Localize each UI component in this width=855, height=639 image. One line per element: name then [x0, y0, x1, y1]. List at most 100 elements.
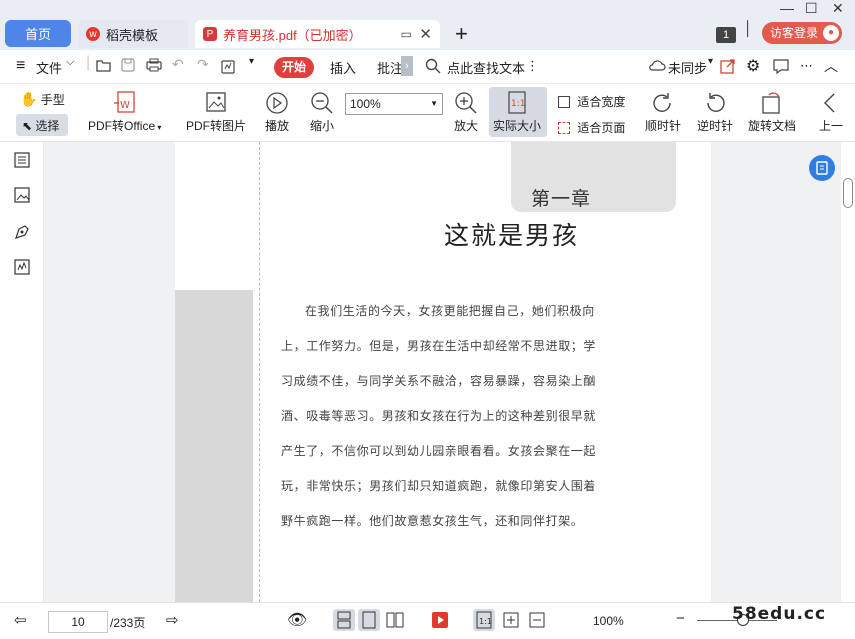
fit-page-button[interactable]: 适合页面 [558, 119, 625, 136]
double-page-view-button[interactable] [384, 609, 406, 631]
play-button[interactable]: 播放 [264, 91, 290, 134]
total-pages: /233页 [110, 616, 146, 630]
open-folder-icon[interactable] [96, 58, 112, 75]
zoom-out-label: 缩小 [309, 119, 334, 133]
status-zoom-value[interactable]: 100% [593, 614, 624, 628]
page-side-shading [175, 290, 253, 602]
hand-tool-button[interactable]: ✋ 手型 [20, 91, 65, 108]
previous-page-button[interactable]: 上一 [818, 91, 844, 134]
rotate-document-icon [762, 92, 780, 114]
sync-chevron-icon[interactable]: ▾ [708, 56, 713, 67]
eye-protection-icon[interactable]: 👁 [287, 610, 307, 630]
file-chevron-icon[interactable]: ⌵ [66, 56, 74, 69]
pdf-to-image-button[interactable]: PDF转图片 [186, 91, 246, 134]
pdf-to-office-icon: W [113, 91, 135, 113]
tab-close-icon[interactable]: ✕ [419, 25, 432, 43]
new-tab-button[interactable]: + [455, 21, 468, 47]
window-badge[interactable]: 1 [716, 27, 736, 43]
page-margin-line [259, 142, 260, 602]
more-vertical-icon[interactable]: ⋮ [526, 58, 539, 74]
tab-document[interactable]: P 养育男孩.pdf（已加密） ▭ ✕ [195, 20, 440, 48]
slideshow-button[interactable] [429, 609, 451, 631]
redo-icon[interactable]: ↷ [197, 56, 209, 73]
actual-size-button[interactable]: 1:1 实际大小 [493, 91, 541, 134]
select-tool-button[interactable]: ⬉ 选择 [22, 117, 59, 134]
pdf-file-icon: P [203, 27, 217, 41]
sign-icon[interactable] [221, 58, 237, 77]
rotate-clockwise-button[interactable]: 顺时针 [645, 91, 681, 134]
maximize-button[interactable]: ☐ [805, 0, 818, 17]
undo-icon[interactable]: ↶ [172, 56, 184, 73]
document-view[interactable]: 第一章 这就是男孩 在我们生活的今天，女孩更能把握自己，她们积极向 上，工作努力… [44, 142, 841, 602]
menu-annotate[interactable]: 批注 [377, 58, 403, 77]
previous-arrow-icon [824, 93, 835, 113]
minimize-button[interactable]: — [780, 0, 794, 16]
rotate-counterclockwise-button[interactable]: 逆时针 [697, 91, 733, 134]
rotate-counterclockwise-label: 逆时针 [697, 119, 734, 133]
status-zoom-out-icon[interactable]: − [676, 610, 685, 627]
convert-icon [816, 161, 828, 175]
zoom-select-value: 100% [350, 97, 381, 111]
zoom-select[interactable]: 100% ▼ [345, 93, 443, 115]
print-icon[interactable] [146, 58, 162, 75]
fit-width-status-button[interactable] [526, 609, 548, 631]
chapter-title: 这就是男孩 [444, 221, 580, 250]
single-page-view-button[interactable] [333, 609, 355, 631]
tab-template-label: 稻壳模板 [106, 27, 159, 43]
menu-scroll-right-icon[interactable]: › [401, 56, 413, 76]
rotate-document-button[interactable]: 旋转文档 [748, 91, 796, 134]
actual-size-icon: 1:1 [508, 91, 526, 114]
menu-divider: | [86, 54, 91, 71]
pdf-to-office-button[interactable]: W PDF转Office ▾ [88, 91, 161, 134]
signature-icon[interactable] [13, 258, 31, 276]
tab-document-label: 养育男孩.pdf（已加密） [223, 27, 362, 43]
settings-gear-icon[interactable]: ⚙ [746, 56, 760, 76]
sync-status[interactable]: 未同步 [668, 58, 707, 77]
annotation-pen-icon[interactable] [13, 223, 31, 241]
zoom-out-button[interactable]: 缩小 [309, 91, 335, 134]
fit-width-icon [558, 96, 570, 108]
cloud-sync-icon[interactable] [648, 58, 666, 75]
paragraph-line: 酒、吸毒等恶习。男孩和女孩在行为上的这种差别很早就 [281, 409, 597, 423]
scrollbar-thumb[interactable] [843, 178, 853, 208]
tab-pin-icon[interactable]: ▭ [401, 27, 412, 41]
tab-template[interactable]: w 稻壳模板 [78, 20, 188, 48]
search-text-button[interactable]: 点此查找文本 [447, 58, 525, 77]
zoom-in-button[interactable]: 放大 [453, 91, 479, 134]
vertical-scrollbar[interactable] [841, 142, 855, 602]
actual-size-status-button[interactable]: 1:1 [473, 609, 495, 631]
page-number-input[interactable]: 10 [48, 611, 108, 633]
save-icon[interactable] [121, 58, 135, 75]
more-horizontal-icon[interactable]: ⋯ [800, 58, 813, 74]
comment-icon[interactable] [773, 58, 789, 77]
zoom-in-icon [455, 92, 477, 114]
pdf-to-image-label: PDF转图片 [186, 119, 247, 133]
bookmark-list-icon[interactable] [13, 151, 31, 169]
watermark-text: 58edu.cc [732, 604, 827, 624]
menu-insert[interactable]: 插入 [330, 58, 356, 77]
collapse-ribbon-icon[interactable]: ︿ [824, 56, 838, 76]
svg-text:1:1: 1:1 [511, 99, 525, 109]
paragraph-line: 习成绩不佳，与同学关系不融洽，容易暴躁，容易染上酗 [281, 374, 597, 388]
close-window-button[interactable]: ✕ [832, 0, 844, 17]
menu-file[interactable]: 文件 [36, 58, 62, 77]
select-tool-label: 选择 [35, 119, 60, 133]
continuous-view-button[interactable] [358, 609, 380, 631]
next-page-arrow-icon[interactable]: ⇨ [166, 611, 179, 629]
hand-icon: ✋ [20, 91, 38, 107]
menu-start[interactable]: 开始 [274, 57, 314, 78]
share-icon[interactable] [720, 58, 736, 77]
thumbnail-icon[interactable] [13, 186, 31, 204]
fit-width-status-icon [529, 612, 545, 628]
floating-convert-button[interactable] [809, 155, 835, 181]
paragraph-line: 上，工作努力。但是，男孩在生活中却经常不思进取；学 [281, 339, 597, 353]
prev-page-arrow-icon[interactable]: ⇦ [14, 611, 27, 629]
login-label: 访客登录 [770, 26, 819, 40]
search-icon[interactable] [425, 58, 441, 77]
tab-home[interactable]: 首页 [5, 20, 71, 47]
fit-width-button[interactable]: 适合宽度 [558, 93, 625, 110]
menu-hamburger-icon[interactable]: ≡ [16, 57, 25, 75]
login-button[interactable]: 访客登录 ● [762, 22, 843, 44]
fit-page-status-button[interactable] [500, 609, 522, 631]
quick-access-chevron-icon[interactable]: ▾ [249, 56, 254, 67]
